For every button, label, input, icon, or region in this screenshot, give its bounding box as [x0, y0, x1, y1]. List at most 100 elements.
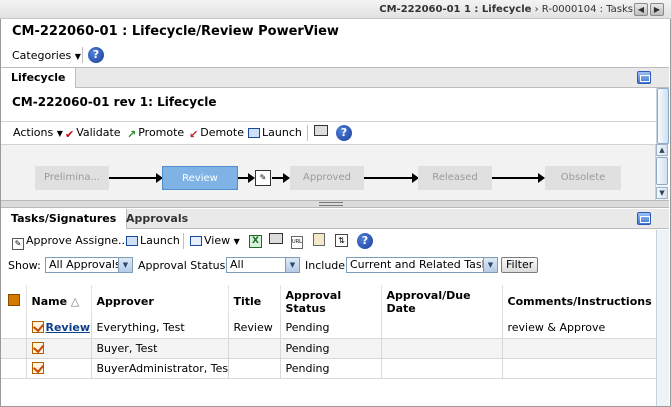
- scroll-down-icon[interactable]: ▼: [656, 187, 668, 199]
- sort-ascending-icon[interactable]: △: [71, 295, 79, 308]
- stage-arrow: [492, 173, 545, 183]
- tasks-toolbar: ✎ Approve Assigne... Launch View ▼ X URL …: [1, 230, 656, 252]
- status-cell: Pending: [280, 358, 382, 379]
- maximize-panel-icon[interactable]: [637, 71, 651, 84]
- url-icon[interactable]: URL: [291, 233, 303, 249]
- print-icon[interactable]: [314, 125, 328, 139]
- comments-cell: [502, 338, 657, 359]
- due-date-cell: [381, 318, 503, 339]
- tab-tasks-signatures[interactable]: Tasks/Signatures: [1, 209, 128, 229]
- column-header-due-date[interactable]: Approval/Due Date: [381, 285, 503, 318]
- title-cell: [228, 358, 281, 379]
- approver-cell: BuyerAdministrator, Test: [91, 358, 229, 379]
- validate-button[interactable]: ✔ Validate: [65, 126, 121, 141]
- divider: [82, 47, 83, 63]
- chevron-down-icon[interactable]: ▼: [118, 258, 132, 272]
- maximize-panel-icon[interactable]: [637, 212, 651, 225]
- tab-approvals[interactable]: Approvals: [116, 209, 198, 229]
- approval-status-select[interactable]: All ▼: [226, 257, 300, 273]
- chevron-down-icon[interactable]: ▼: [483, 258, 497, 272]
- title-cell: [228, 338, 281, 359]
- stage-obsolete[interactable]: Obsolete: [545, 166, 621, 190]
- scroll-thumb[interactable]: [656, 157, 668, 185]
- filter-row: Show: All Approvals ▼ Approval Status: Al…: [1, 254, 656, 276]
- stage-approved[interactable]: Approved: [290, 166, 364, 190]
- column-header-approver[interactable]: Approver: [91, 285, 229, 318]
- lifecycle-toolbar: Actions ▼ ✔ Validate ↗ Promote ↙ Demote Lau…: [1, 121, 669, 143]
- stage-arrow: [109, 173, 163, 183]
- splitter-grip[interactable]: [319, 202, 343, 206]
- demote-icon: ↙: [189, 128, 199, 141]
- help-icon[interactable]: ?: [336, 125, 352, 141]
- table-header: Name △ Approver Title Approval Status Ap…: [1, 285, 657, 318]
- comments-cell: [502, 358, 657, 379]
- table-row[interactable]: BuyerAdministrator, Test Pending: [1, 358, 657, 379]
- clipboard-icon[interactable]: [313, 233, 325, 249]
- stage-released[interactable]: Released: [418, 166, 492, 190]
- tab-lifecycle[interactable]: Lifecycle: [1, 68, 77, 88]
- signature-gate-icon[interactable]: ✎: [255, 170, 271, 186]
- approver-cell: Everything, Test: [91, 318, 229, 339]
- scroll-up-icon[interactable]: ▲: [656, 144, 668, 156]
- stage-arrow: [272, 173, 290, 183]
- tasks-tabbar: Tasks/Signatures Approvals: [1, 209, 669, 229]
- lifecycle-scrollbar[interactable]: ▲ ▼: [655, 144, 668, 200]
- due-date-cell: [381, 358, 503, 379]
- show-select[interactable]: All Approvals ▼: [45, 257, 133, 273]
- stage-arrow: [238, 173, 255, 183]
- launch-window-icon: [248, 128, 260, 138]
- breadcrumb[interactable]: CM-222060-01 1 : Lifecycle › R-0000104 :…: [379, 4, 633, 15]
- promote-icon: ↗: [127, 128, 137, 141]
- status-cell: Pending: [280, 318, 382, 339]
- stage-review[interactable]: Review: [162, 166, 238, 190]
- include-select[interactable]: Current and Related Tasks ▼: [346, 257, 498, 273]
- table-row[interactable]: Review Everything, Test Review Pending r…: [1, 318, 657, 339]
- breadcrumb-bar: CM-222060-01 1 : Lifecycle › R-0000104 :…: [0, 0, 671, 19]
- task-icon[interactable]: [31, 341, 44, 354]
- title-cell: Review: [228, 318, 281, 339]
- chevron-down-icon[interactable]: ▼: [285, 258, 299, 272]
- approve-assigned-button[interactable]: ✎ Approve Assigne...: [12, 234, 129, 250]
- tasks-table: Name △ Approver Title Approval Status Ap…: [1, 285, 657, 379]
- help-icon[interactable]: ?: [357, 233, 373, 249]
- launch-button[interactable]: Launch: [248, 126, 302, 139]
- launch-button[interactable]: Launch: [126, 234, 180, 247]
- view-menu[interactable]: View ▼: [190, 234, 240, 247]
- table-row[interactable]: Buyer, Test Pending: [1, 338, 657, 359]
- actions-menu[interactable]: Actions ▼: [13, 126, 63, 139]
- page-scrollbar[interactable]: [656, 88, 669, 144]
- export-excel-icon[interactable]: X: [249, 233, 262, 248]
- approve-icon: ✎: [12, 238, 24, 250]
- divider: [307, 125, 308, 141]
- column-header-approval-status[interactable]: Approval Status: [280, 285, 382, 318]
- divider: [183, 233, 184, 249]
- task-name-link[interactable]: Review: [46, 321, 91, 334]
- status-cell: Pending: [280, 338, 382, 359]
- filter-button[interactable]: Filter: [501, 257, 539, 273]
- column-header-comments[interactable]: Comments/Instructions: [502, 285, 657, 318]
- demote-button[interactable]: ↙ Demote: [189, 126, 244, 141]
- panel-splitter[interactable]: [1, 200, 669, 208]
- column-header-title[interactable]: Title: [228, 285, 281, 318]
- forward-arrow-icon[interactable]: ▶: [650, 3, 664, 16]
- launch-window-icon: [126, 236, 138, 246]
- stage-preliminary[interactable]: Prelimina...: [35, 166, 109, 190]
- tasks-scrollbar[interactable]: [656, 230, 669, 406]
- task-icon[interactable]: [31, 361, 44, 374]
- lifecycle-title: CM-222060-01 rev 1: Lifecycle: [12, 95, 217, 109]
- help-icon[interactable]: ?: [88, 47, 104, 63]
- column-header-name[interactable]: Name △: [26, 285, 92, 318]
- lifecycle-tabbar: Lifecycle: [1, 67, 669, 88]
- comments-cell: review & Approve: [502, 318, 657, 339]
- view-icon: [190, 236, 202, 246]
- stage-arrow: [364, 173, 419, 183]
- categories-menu[interactable]: Categories ▼: [12, 49, 81, 62]
- checkmark-icon: ✔: [65, 128, 75, 141]
- print-icon[interactable]: [269, 233, 283, 247]
- back-arrow-icon[interactable]: ◀: [634, 3, 648, 16]
- show-label: Show:: [8, 259, 41, 272]
- promote-button[interactable]: ↗ Promote: [127, 126, 184, 141]
- scroll-thumb[interactable]: [657, 88, 669, 144]
- sort-icon[interactable]: ⇅: [335, 233, 348, 247]
- page-title: CM-222060-01 : Lifecycle/Review PowerVie…: [12, 24, 339, 39]
